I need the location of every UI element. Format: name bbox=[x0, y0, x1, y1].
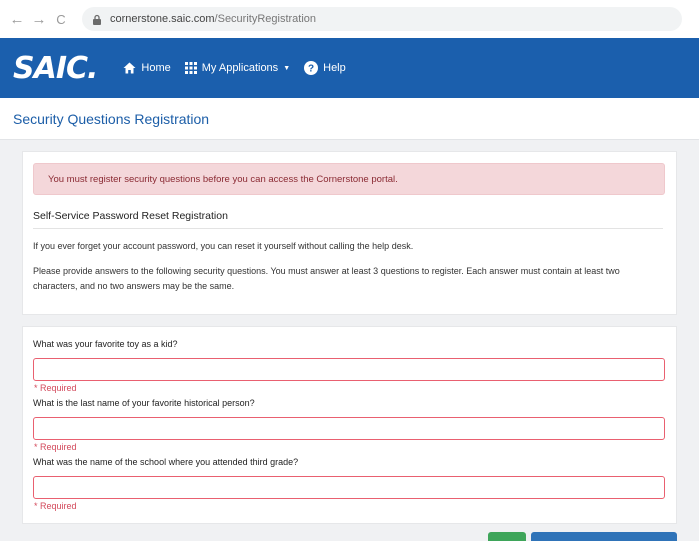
section-heading: Self-Service Password Reset Registration bbox=[33, 210, 228, 222]
page-header: Security Questions Registration bbox=[0, 98, 699, 140]
answer-input-2[interactable] bbox=[33, 417, 665, 440]
nav-help[interactable]: ? Help bbox=[304, 61, 346, 75]
question-label: What was the name of the school where yo… bbox=[33, 457, 299, 467]
svg-text:?: ? bbox=[308, 64, 314, 75]
chevron-down-icon: ▼ bbox=[283, 64, 291, 72]
required-error: * Required bbox=[34, 442, 77, 452]
grid-icon bbox=[184, 62, 197, 74]
question-label: What is the last name of your favorite h… bbox=[33, 398, 255, 408]
divider bbox=[33, 228, 663, 229]
nav-help-label: Help bbox=[323, 62, 346, 74]
question-label: What was your favorite toy as a kid? bbox=[33, 339, 178, 349]
lock-icon bbox=[92, 14, 102, 25]
registration-info-card: You must register security questions bef… bbox=[22, 151, 677, 315]
browser-toolbar: ← → C cornerstone.saic.com/SecurityRegis… bbox=[0, 0, 699, 38]
url-host: cornerstone.saic.com bbox=[110, 13, 215, 25]
top-navigation: SAIC. Home My Applications ▼ ? Help bbox=[0, 38, 699, 98]
nav-home-label: Home bbox=[141, 62, 171, 74]
answer-input-1[interactable] bbox=[33, 358, 665, 381]
saic-logo[interactable]: SAIC. bbox=[13, 51, 98, 86]
info-paragraph: If you ever forget your account password… bbox=[33, 241, 414, 251]
reload-icon[interactable]: C bbox=[50, 8, 72, 30]
submit-button[interactable] bbox=[488, 532, 526, 541]
help-icon: ? bbox=[304, 61, 319, 75]
alert-message: You must register security questions bef… bbox=[33, 163, 665, 195]
address-bar[interactable]: cornerstone.saic.com/SecurityRegistratio… bbox=[82, 7, 682, 31]
instructions-paragraph: Please provide answers to the following … bbox=[33, 266, 620, 291]
required-error: * Required bbox=[34, 383, 77, 393]
back-arrow-icon[interactable]: ← bbox=[6, 8, 28, 30]
page-title: Security Questions Registration bbox=[13, 110, 210, 127]
nav-my-applications[interactable]: My Applications ▼ bbox=[184, 62, 291, 74]
answer-input-3[interactable] bbox=[33, 476, 665, 499]
url-path: /SecurityRegistration bbox=[214, 13, 317, 25]
forward-arrow-icon[interactable]: → bbox=[28, 8, 50, 30]
home-icon bbox=[123, 62, 136, 74]
nav-home[interactable]: Home bbox=[123, 62, 171, 74]
nav-my-applications-label: My Applications bbox=[201, 62, 279, 74]
secondary-action-button[interactable] bbox=[531, 532, 677, 541]
security-questions-form: What was your favorite toy as a kid? * R… bbox=[22, 326, 677, 524]
required-error: * Required bbox=[34, 501, 77, 511]
nav-items: Home My Applications ▼ ? Help bbox=[123, 61, 359, 75]
